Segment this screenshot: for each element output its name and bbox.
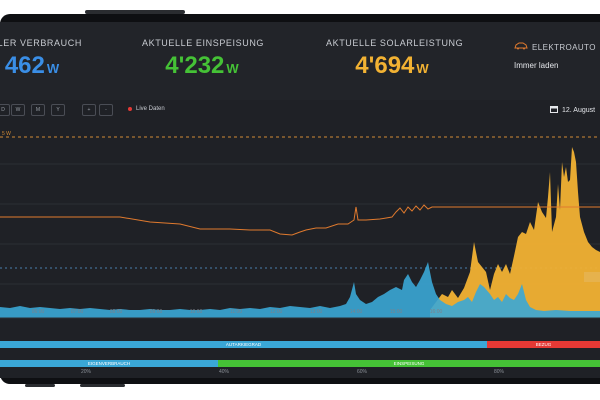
header: LLER VERBRAUCH 462 W AKTUELLE EINSPEISUNG…: [0, 22, 600, 100]
chart-toolbar: D W M Y + - Live Daten 12. August: [0, 100, 600, 122]
grid-draw-label: BEZUG: [535, 342, 552, 347]
time-tick: 10:00: [189, 309, 203, 315]
feed-in-value-row: 4'232 W: [142, 52, 262, 80]
tooltip-edge: [584, 272, 600, 282]
side-button: [80, 384, 125, 387]
percent-tick: 80%: [493, 369, 505, 375]
consumption-metric: LLER VERBRAUCH 462 W: [0, 38, 82, 80]
feed-in-label: AKTUELLE EINSPEISUNG: [142, 38, 265, 48]
autarky-bar: AUTARKIEGRAD: [0, 341, 487, 348]
phone-frame: LLER VERBRAUCH 462 W AKTUELLE EINSPEISUNG…: [0, 10, 600, 387]
range-week-button[interactable]: W: [11, 104, 25, 116]
live-dot-icon: [128, 107, 132, 111]
ev-label: ELEKTROAUTO: [532, 42, 596, 52]
ev-header: ELEKTROAUTO: [514, 42, 600, 52]
time-tick: 15:00: [389, 309, 403, 315]
calendar-icon: [550, 105, 558, 115]
solar-metric: AKTUELLE SOLARLEISTUNG 4'694 W: [326, 38, 464, 80]
zoom-out-button[interactable]: -: [99, 104, 113, 116]
ev-panel[interactable]: ELEKTROAUTO Immer laden: [514, 42, 600, 70]
consumption-value-row: 462 W: [0, 52, 72, 80]
feed-in-value: 4'232: [165, 52, 225, 79]
time-tick: 14:00: [349, 309, 363, 315]
energy-chart[interactable]: 5 W: [0, 122, 600, 332]
car-icon: [514, 42, 528, 52]
solar-value: 4'694: [355, 52, 415, 79]
consumption-value: 462: [4, 52, 45, 79]
feed-in-metric: AKTUELLE EINSPEISUNG 4'232 W: [142, 38, 265, 80]
time-tick: 12:00: [269, 309, 283, 315]
solar-unit: W: [416, 61, 429, 76]
time-tick: 06:00: [31, 309, 45, 315]
time-tick: 11:00: [229, 309, 243, 315]
range-year-button[interactable]: Y: [51, 104, 65, 116]
range-month-button[interactable]: M: [31, 104, 45, 116]
grid-draw-bar: BEZUG: [487, 341, 600, 348]
feed-in-bar: EINSPEISUNG: [218, 360, 600, 367]
percent-tick: 60%: [356, 369, 368, 375]
side-button: [25, 384, 55, 387]
consumption-unit: W: [46, 61, 60, 76]
solar-label: AKTUELLE SOLARLEISTUNG: [326, 38, 464, 48]
dashboard-screen: LLER VERBRAUCH 462 W AKTUELLE EINSPEISUNG…: [0, 22, 600, 378]
percent-axis: 20% 40% 60% 80%: [0, 369, 600, 377]
consumption-label: LLER VERBRAUCH: [0, 38, 82, 48]
time-tick: 13:00: [309, 309, 323, 315]
feed-in-bar-label: EINSPEISUNG: [393, 361, 425, 366]
solar-area: [430, 147, 600, 318]
ev-charge-mode[interactable]: Immer laden: [514, 61, 600, 70]
chart-grid: [0, 163, 600, 285]
self-consumption-bar: EIGENVERBRAUCH: [0, 360, 218, 367]
time-axis: 06:00 07:00 08:00 09:00 10:00 11:00 12:0…: [0, 309, 600, 321]
reference-label: 5 W: [2, 131, 11, 137]
date-picker[interactable]: 12. August: [550, 105, 595, 115]
battery-soc-line: [0, 204, 600, 236]
side-button: [85, 10, 185, 14]
solar-value-row: 4'694 W: [326, 52, 458, 80]
time-tick: 08:00: [109, 309, 123, 315]
time-tick: 07:00: [70, 309, 84, 315]
percent-tick: 20%: [80, 369, 92, 375]
date-label: 12. August: [562, 106, 596, 114]
autarky-label: AUTARKIEGRAD: [225, 342, 262, 347]
feed-in-unit: W: [226, 61, 239, 76]
time-tick: 09:00: [149, 309, 163, 315]
zoom-in-button[interactable]: +: [82, 104, 96, 116]
percent-tick: 40%: [218, 369, 230, 375]
time-tick: 16:00: [429, 309, 443, 315]
self-consumption-label: EIGENVERBRAUCH: [87, 361, 131, 366]
live-data-toggle[interactable]: Live Daten: [128, 106, 165, 112]
range-day-button[interactable]: D: [0, 104, 10, 116]
live-data-label: Live Daten: [136, 106, 165, 112]
